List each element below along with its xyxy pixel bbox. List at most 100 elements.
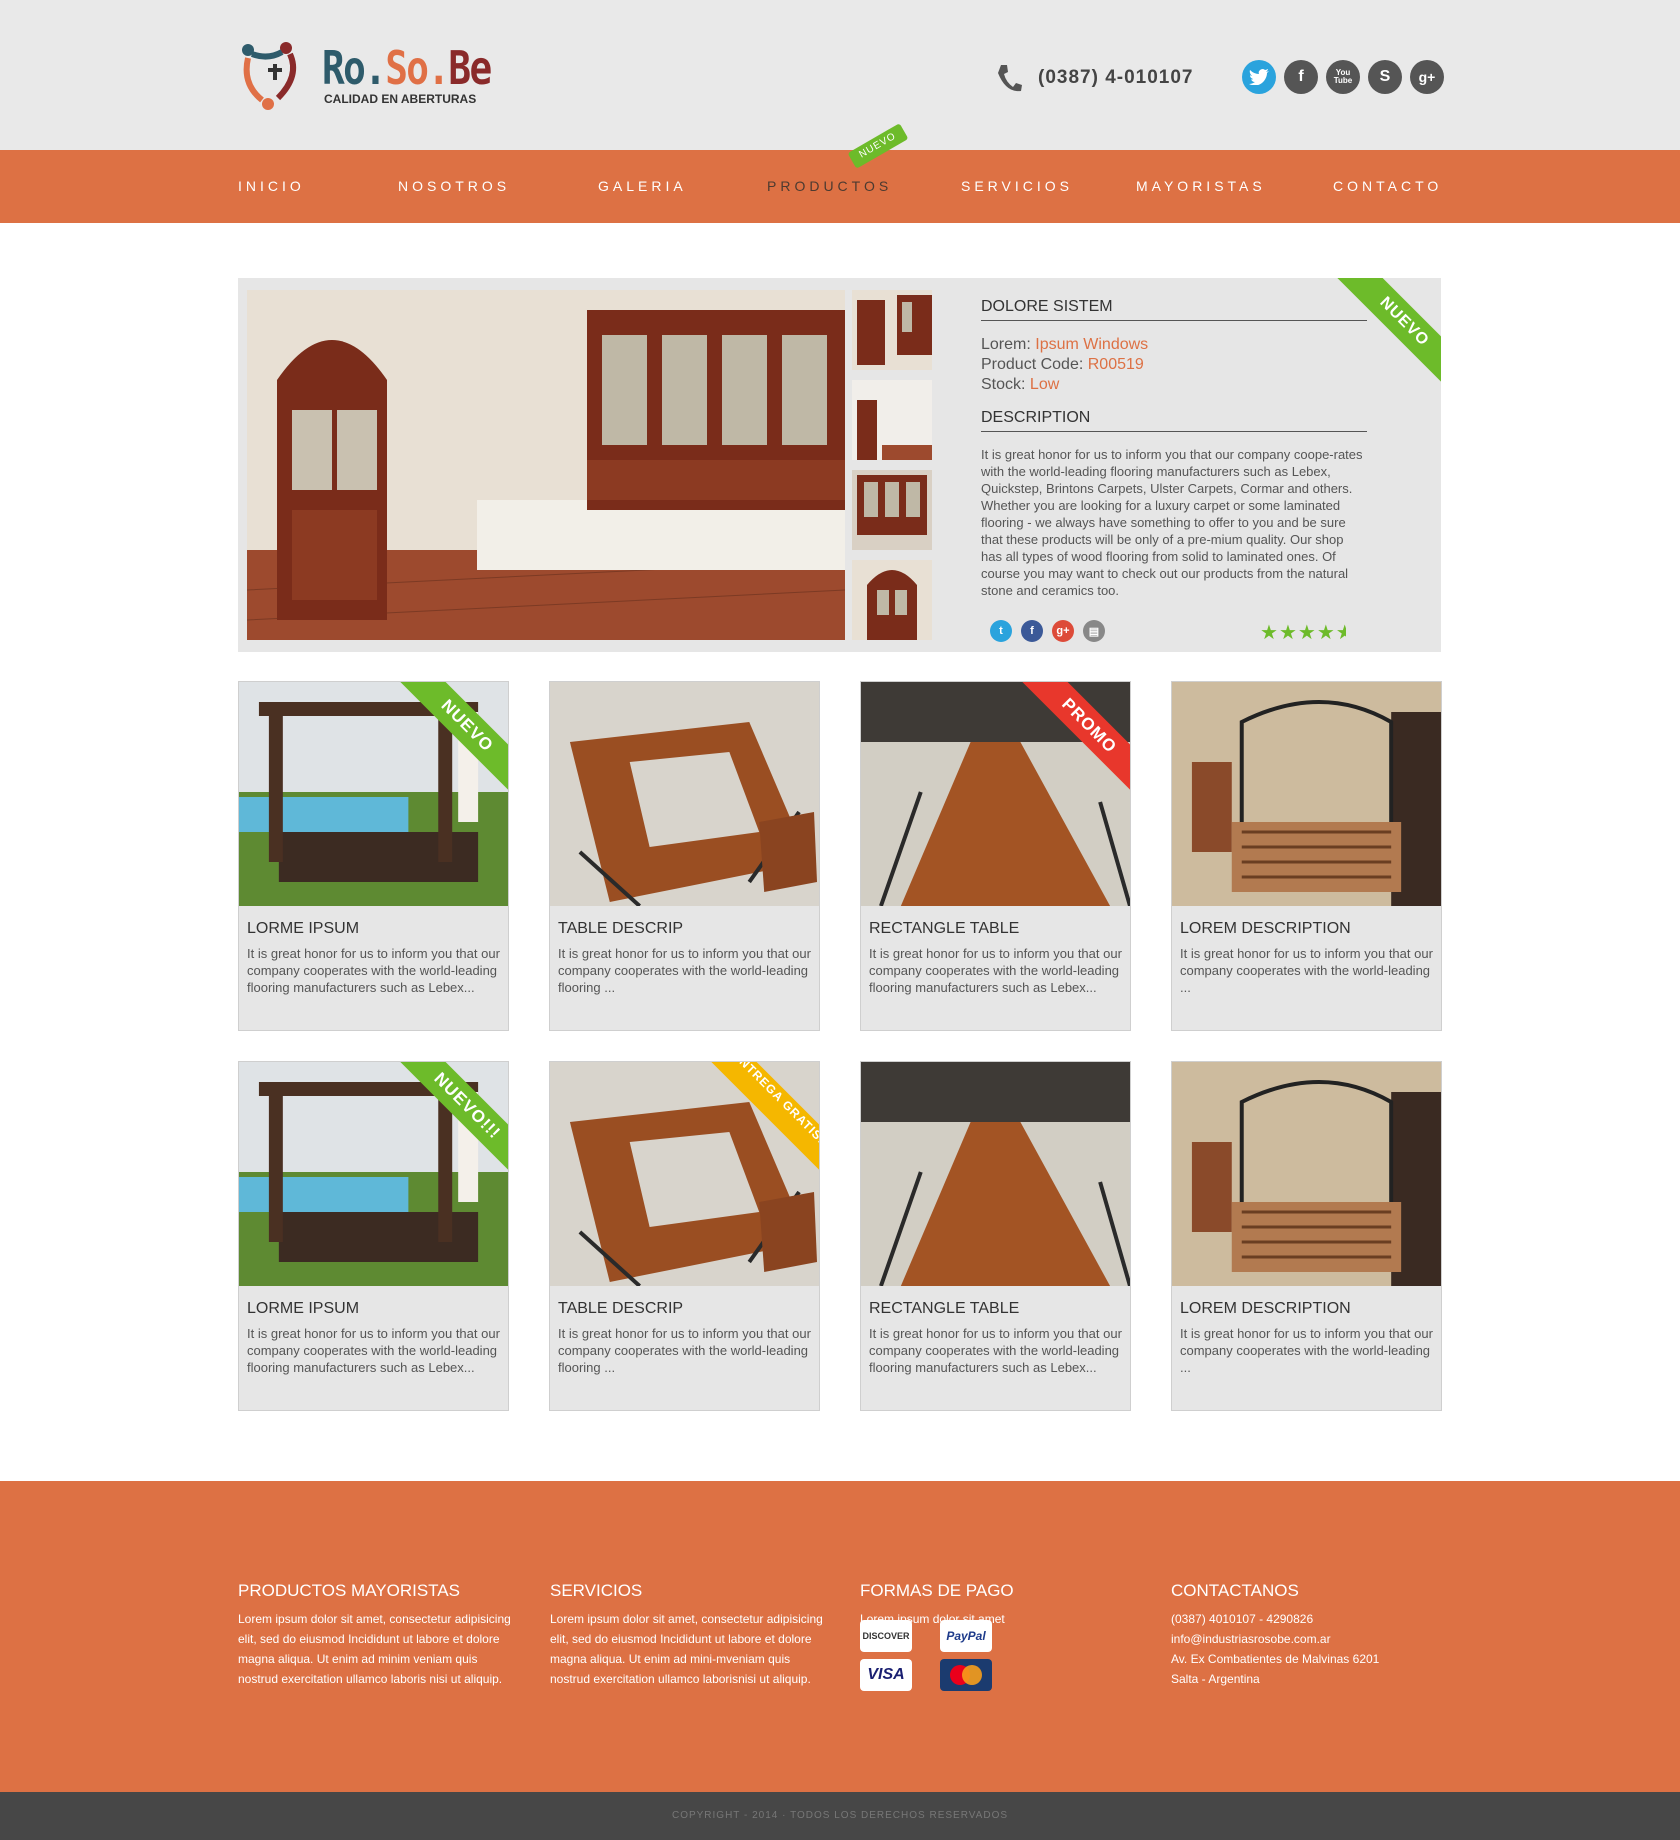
logo-wordmark: Ro.So.Be xyxy=(322,41,492,95)
description-title: DESCRIPTION xyxy=(981,409,1367,432)
product-card[interactable]: RECTANGLE TABLE It is great honor for us … xyxy=(860,1061,1131,1411)
product-card[interactable]: LOREM DESCRIPTION It is great honor for u… xyxy=(1171,1061,1442,1411)
logo[interactable]: Ro.So.Be CALIDAD EN ABERTURAS xyxy=(238,40,492,114)
footer-col-contacto: CONTACTANOS (0387) 4010107 - 4290826 inf… xyxy=(1171,1581,1451,1689)
contact-city: Salta - Argentina xyxy=(1171,1672,1260,1686)
nav-item-nosotros[interactable]: NOSOTROS xyxy=(398,178,510,194)
nav-item-mayoristas[interactable]: MAYORISTAS xyxy=(1136,178,1266,194)
google-plus-icon[interactable]: g+ xyxy=(1052,620,1074,642)
youtube-icon[interactable]: You Tube xyxy=(1326,60,1360,94)
facebook-icon[interactable]: f xyxy=(1021,620,1043,642)
twitter-icon[interactable]: t xyxy=(990,620,1012,642)
phone-icon xyxy=(998,65,1022,92)
twitter-bird-icon xyxy=(1249,69,1269,85)
card-title[interactable]: RECTANGLE TABLE xyxy=(869,920,1019,938)
facebook-glyph: f xyxy=(1298,68,1304,85)
mastercard-icon xyxy=(940,1659,992,1691)
card-text: It is great honor for us to inform you t… xyxy=(247,1326,500,1375)
card-text: It is great honor for us to inform you t… xyxy=(869,946,1122,995)
card-title[interactable]: TABLE DESCRIP xyxy=(558,1300,683,1318)
footer-col2-text: Lorem ipsum dolor sit amet, consectetur … xyxy=(550,1612,823,1686)
nav-item-galeria[interactable]: GALERIA xyxy=(598,178,687,194)
card-title[interactable]: LORME IPSUM xyxy=(247,920,359,938)
footer-col-servicios: SERVICIOS Lorem ipsum dolor sit amet, co… xyxy=(550,1581,830,1689)
twitter-icon[interactable] xyxy=(1242,60,1276,94)
google-plus-icon[interactable]: g+ xyxy=(1410,60,1444,94)
card-text: It is great honor for us to inform you t… xyxy=(558,1326,811,1375)
product-card[interactable]: PROMO RECTANGLE TABLE It is great honor fo… xyxy=(860,681,1131,1031)
card-photo[interactable] xyxy=(1172,1062,1441,1286)
card-photo[interactable] xyxy=(1172,682,1441,906)
product-thumb[interactable] xyxy=(852,380,932,460)
footer-col-mayoristas: PRODUCTOS MAYORISTAS Lorem ipsum dolor s… xyxy=(238,1581,518,1689)
card-text: It is great honor for us to inform you t… xyxy=(869,1326,1122,1375)
footer-col4-title: CONTACTANOS xyxy=(1171,1581,1299,1600)
lorem-value[interactable]: Ipsum Windows xyxy=(1035,336,1148,353)
star-icon: ★ xyxy=(1278,622,1297,644)
card-title[interactable]: LOREM DESCRIPTION xyxy=(1180,920,1351,938)
facebook-icon[interactable]: f xyxy=(1284,60,1318,94)
card-photo[interactable] xyxy=(550,682,819,906)
nav-item-inicio[interactable]: INICIO xyxy=(238,178,305,194)
product-thumb[interactable] xyxy=(852,290,932,370)
site-footer: PRODUCTOS MAYORISTAS Lorem ipsum dolor s… xyxy=(0,1481,1680,1792)
footer-col2-title: SERVICIOS xyxy=(550,1581,643,1600)
skype-icon[interactable]: S xyxy=(1368,60,1402,94)
contact-phone: (0387) 4010107 - 4290826 xyxy=(1171,1612,1314,1626)
share-icons: t f g+ ▤ xyxy=(990,620,1114,642)
footer-col1-title: PRODUCTOS MAYORISTAS xyxy=(238,1581,460,1600)
product-main-photo[interactable] xyxy=(247,290,845,640)
visa-icon: VISA xyxy=(860,1659,912,1691)
card-text: It is great honor for us to inform you t… xyxy=(247,946,500,995)
half-star-icon: ★ xyxy=(1335,622,1346,644)
card-photo[interactable] xyxy=(861,1062,1130,1286)
rating-stars[interactable]: ★ ★ ★ ★ ★ xyxy=(1260,620,1347,645)
contact-address: Av. Ex Combatientes de Malvinas 6201 xyxy=(1171,1652,1380,1666)
star-icon: ★ xyxy=(1316,622,1335,644)
header-phone: (0387) 4-010107 xyxy=(996,62,1194,94)
card-title[interactable]: RECTANGLE TABLE xyxy=(869,1300,1019,1318)
product-card[interactable]: LOREM DESCRIPTION It is great honor for u… xyxy=(1171,681,1442,1031)
youtube-glyph: You Tube xyxy=(1333,68,1353,85)
product-card[interactable]: NUEVO!!! LORME IPSUM It is great honor for… xyxy=(238,1061,509,1411)
social-links: f You Tube S g+ xyxy=(1242,60,1452,94)
discover-icon: DISCOVER xyxy=(860,1620,912,1652)
nav-item-productos[interactable]: PRODUCTOS xyxy=(767,178,892,194)
product-code-row: Product Code: R00519 xyxy=(981,355,1367,375)
product-info: DOLORE SISTEM Lorem: Ipsum Windows Produ… xyxy=(981,298,1367,599)
logo-mark-icon xyxy=(242,42,296,110)
nav-item-contacto[interactable]: CONTACTO xyxy=(1333,178,1442,194)
card-title[interactable]: LOREM DESCRIPTION xyxy=(1180,1300,1351,1318)
skype-glyph: S xyxy=(1379,68,1391,85)
card-text: It is great honor for us to inform you t… xyxy=(558,946,811,995)
card-text: It is great honor for us to inform you t… xyxy=(1180,1326,1433,1375)
product-card[interactable]: ENTREGA GRATIS!!! TABLE DESCRIP It is grea… xyxy=(549,1061,820,1411)
paypal-icon: PayPal xyxy=(940,1620,992,1652)
print-icon[interactable]: ▤ xyxy=(1083,620,1105,642)
product-card[interactable]: NUEVO LORME IPSUM It is great honor for us… xyxy=(238,681,509,1031)
product-title: DOLORE SISTEM xyxy=(981,298,1367,321)
main-nav: INICIO NOSOTROS GALERIA PRODUCTOS SERVIC… xyxy=(0,150,1680,223)
product-detail: DOLORE SISTEM Lorem: Ipsum Windows Produ… xyxy=(238,278,1441,652)
footer-col1-text: Lorem ipsum dolor sit amet, consectetur … xyxy=(238,1612,511,1686)
stock-label: Stock: xyxy=(981,376,1026,393)
product-thumb[interactable] xyxy=(852,560,932,640)
card-text: It is great honor for us to inform you t… xyxy=(1180,946,1433,995)
code-value: R00519 xyxy=(1087,356,1144,373)
product-card[interactable]: TABLE DESCRIP It is great honor for us to… xyxy=(549,681,820,1031)
star-icon: ★ xyxy=(1260,622,1278,644)
card-title[interactable]: TABLE DESCRIP xyxy=(558,920,683,938)
lorem-label: Lorem: xyxy=(981,336,1031,353)
product-thumb[interactable] xyxy=(852,470,932,550)
footer-col3-title: FORMAS DE PAGO xyxy=(860,1581,1014,1600)
nav-item-servicios[interactable]: SERVICIOS xyxy=(961,178,1073,194)
mastercard-circles-icon xyxy=(950,1665,982,1685)
star-icon: ★ xyxy=(1297,622,1316,644)
card-title[interactable]: LORME IPSUM xyxy=(247,1300,359,1318)
contact-email[interactable]: info@industriasrosobe.com.ar xyxy=(1171,1629,1451,1649)
code-label: Product Code: xyxy=(981,356,1084,373)
phone-number[interactable]: (0387) 4-010107 xyxy=(1038,67,1194,89)
product-stock-row: Stock: Low xyxy=(981,375,1367,395)
logo-tagline: CALIDAD EN ABERTURAS xyxy=(324,92,477,106)
copyright-text: COPYRIGHT - 2014 · TODOS LOS DERECHOS RE… xyxy=(671,1810,1009,1821)
